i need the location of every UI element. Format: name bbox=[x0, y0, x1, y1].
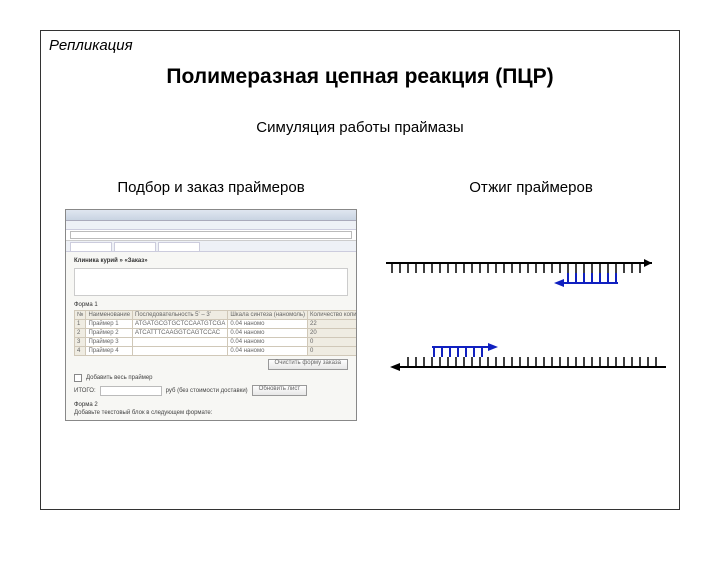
tab bbox=[70, 242, 112, 251]
cell-name: Праймер 2 bbox=[86, 329, 133, 338]
primer-order-screenshot: Клиника курий » «Заказ» Форма 1 № Наимен… bbox=[65, 209, 357, 421]
window-menubar bbox=[66, 221, 356, 230]
url-field bbox=[70, 231, 352, 239]
right-column-heading: Отжиг праймеров bbox=[391, 179, 671, 196]
cell-name: Праймер 4 bbox=[86, 347, 133, 356]
checkbox-label: Добавить весь праймер bbox=[86, 375, 153, 381]
cell-name: Праймер 3 bbox=[86, 338, 133, 347]
large-input-area bbox=[74, 268, 348, 296]
table-row: 2 Праймер 2 ATCATTTCAAGGTCAGTCCAC 0.04 н… bbox=[75, 329, 358, 338]
primer-table: № Наименование Последовательность 5' – 3… bbox=[74, 310, 357, 356]
table-row: 4 Праймер 4 0.04 наномо 0 0 bbox=[75, 347, 358, 356]
cell-scale: 0.04 наномо bbox=[228, 338, 308, 347]
form2-hint: Добавьте текстовый блок в следующем форм… bbox=[74, 410, 348, 416]
form2-label: Форма 2 bbox=[74, 402, 348, 408]
table-header-row: № Наименование Последовательность 5' – 3… bbox=[75, 311, 358, 320]
slide-topic: Репликация bbox=[49, 37, 133, 54]
total-label: ИТОГО: bbox=[74, 388, 96, 394]
th-scale: Шкала синтеза (наномоль) bbox=[228, 311, 308, 320]
left-column-heading: Подбор и заказ праймеров bbox=[71, 179, 351, 196]
window-addressbar bbox=[66, 230, 356, 241]
cell-scale: 0.04 наномо bbox=[228, 347, 308, 356]
cell-n: 1 bbox=[75, 320, 86, 329]
total-suffix: руб (без стоимости доставки) bbox=[166, 388, 248, 394]
checkbox-icon bbox=[74, 374, 82, 382]
cell-scale: 0.04 наномо bbox=[228, 320, 308, 329]
tab bbox=[158, 242, 200, 251]
cell-copies: 22 bbox=[308, 320, 357, 329]
table-row: 1 Праймер 1 ATGATGCGTGCTCCAATGTCGA 0.04 … bbox=[75, 320, 358, 329]
cell-n: 3 bbox=[75, 338, 86, 347]
th-n: № bbox=[75, 311, 86, 320]
cell-copies: 20 bbox=[308, 329, 357, 338]
window-titlebar bbox=[66, 210, 356, 221]
annealing-diagram-top bbox=[386, 249, 666, 304]
th-name: Наименование bbox=[86, 311, 133, 320]
table-row: 3 Праймер 3 0.04 наномо 0 0 bbox=[75, 338, 358, 347]
total-row: ИТОГО: руб (без стоимости доставки) Обно… bbox=[74, 385, 348, 396]
cell-scale: 0.04 наномо bbox=[228, 329, 308, 338]
cell-seq bbox=[133, 338, 228, 347]
tab bbox=[114, 242, 156, 251]
cell-n: 2 bbox=[75, 329, 86, 338]
page-body: Клиника курий » «Заказ» Форма 1 № Наимен… bbox=[66, 252, 356, 421]
browser-tabs bbox=[66, 241, 356, 252]
annealing-diagram-bottom bbox=[386, 331, 666, 386]
checkbox-row-1: Добавить весь праймер bbox=[74, 374, 348, 382]
form1-label: Форма 1 bbox=[74, 302, 348, 308]
cell-copies: 0 bbox=[308, 347, 357, 356]
page-header: Клиника курий » «Заказ» bbox=[74, 258, 348, 264]
th-copies: Количество копий bbox=[308, 311, 357, 320]
slide-subtitle: Симуляция работы праймазы bbox=[41, 119, 679, 136]
total-field bbox=[100, 386, 162, 396]
cell-seq: ATCATTTCAAGGTCAGTCCAC bbox=[133, 329, 228, 338]
cell-seq: ATGATGCGTGCTCCAATGTCGA bbox=[133, 320, 228, 329]
cell-n: 4 bbox=[75, 347, 86, 356]
slide-frame: Репликация Полимеразная цепная реакция (… bbox=[40, 30, 680, 510]
th-seq: Последовательность 5' – 3' bbox=[133, 311, 228, 320]
clear-form-button: Очистить форму заказа bbox=[268, 359, 348, 370]
refresh-button: Обновить лист bbox=[252, 385, 307, 396]
cell-copies: 0 bbox=[308, 338, 357, 347]
button-row-1: Очистить форму заказа bbox=[74, 359, 348, 370]
cell-seq bbox=[133, 347, 228, 356]
cell-name: Праймер 1 bbox=[86, 320, 133, 329]
slide-title: Полимеразная цепная реакция (ПЦР) bbox=[41, 65, 679, 89]
